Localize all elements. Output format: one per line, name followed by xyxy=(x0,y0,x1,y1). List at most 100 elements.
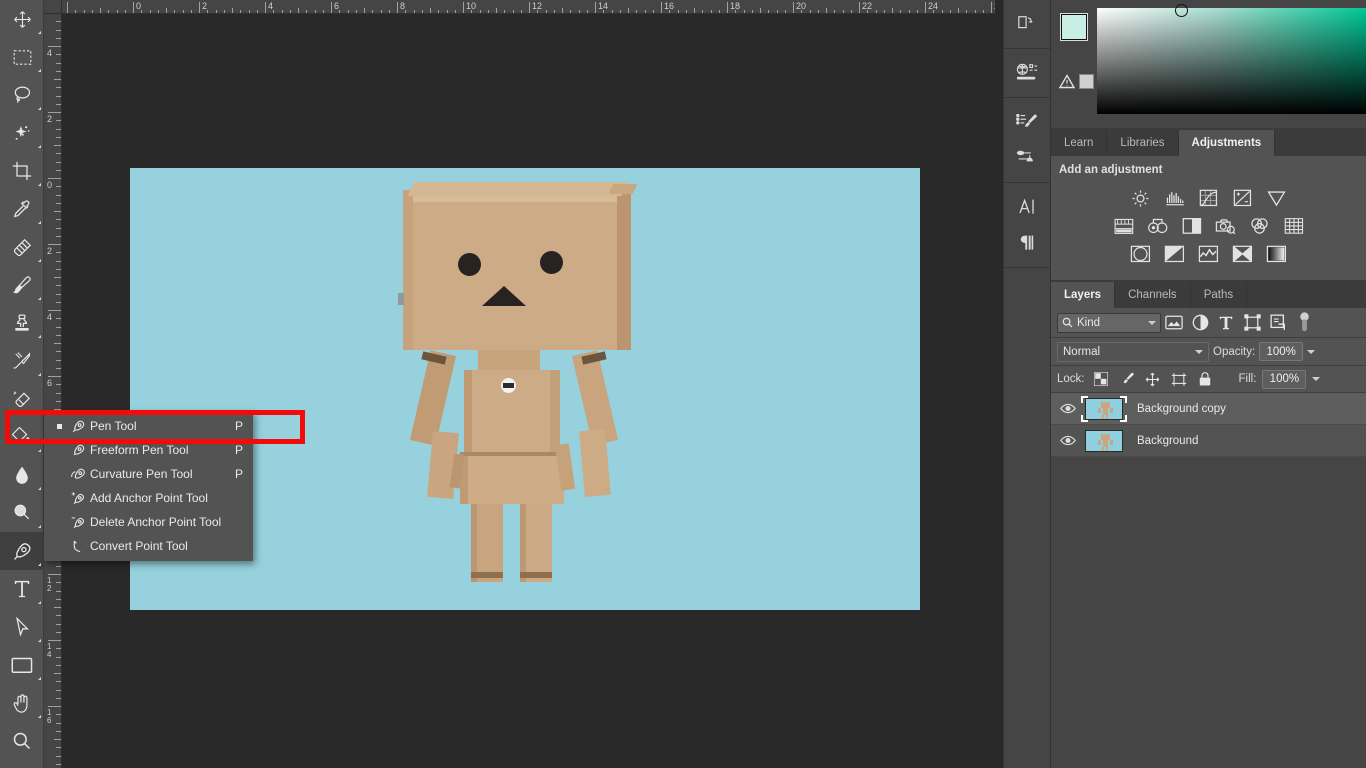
flyout-item-delete-anchor-point-tool[interactable]: Delete Anchor Point Tool xyxy=(44,510,253,534)
brushes-panel-icon[interactable] xyxy=(1004,140,1050,176)
dock-group-3d[interactable] xyxy=(1004,49,1050,98)
chevron-down-icon[interactable] xyxy=(1195,349,1203,354)
threshold-icon[interactable] xyxy=(1198,244,1220,264)
flyout-item-convert-point-tool[interactable]: Convert Point Tool xyxy=(44,534,253,558)
lock-position-icon[interactable] xyxy=(1143,369,1163,389)
tab-learn[interactable]: Learn xyxy=(1051,130,1108,156)
filter-type-icon[interactable] xyxy=(1213,312,1239,334)
channel-mixer-icon[interactable] xyxy=(1249,216,1271,236)
opacity-value[interactable]: 100% xyxy=(1259,342,1304,361)
tab-channels[interactable]: Channels xyxy=(1115,282,1191,308)
color-picker-marker[interactable] xyxy=(1175,4,1188,17)
adjustments-panel[interactable]: Add an adjustment xyxy=(1051,156,1366,280)
exposure-icon[interactable] xyxy=(1232,188,1254,208)
layer-row[interactable]: Background xyxy=(1051,425,1366,457)
flyout-item-pen-tool[interactable]: Pen Tool P xyxy=(44,414,253,438)
character-panel-icon[interactable] xyxy=(1004,189,1050,225)
right-panel-column[interactable]: Learn Libraries Adjustments Add an adjustm… xyxy=(1051,0,1366,768)
tab-paths[interactable]: Paths xyxy=(1190,282,1248,308)
fill-chevron-down-icon[interactable] xyxy=(1312,377,1321,381)
lock-artboard-nesting-icon[interactable] xyxy=(1169,369,1189,389)
history-panel-icon[interactable] xyxy=(1004,6,1050,42)
hand-tool[interactable] xyxy=(0,684,44,722)
adjustments-row-1[interactable] xyxy=(1051,184,1366,212)
vibrance-icon[interactable] xyxy=(1266,188,1288,208)
brightness-contrast-icon[interactable] xyxy=(1130,188,1152,208)
lock-row[interactable]: Lock: Fill: 100% xyxy=(1051,366,1366,393)
rectangular-marquee-tool[interactable] xyxy=(0,38,44,76)
gradient-tool[interactable] xyxy=(0,418,44,456)
color-spectrum[interactable] xyxy=(1097,4,1366,114)
eyedropper-tool[interactable] xyxy=(0,190,44,228)
layer-thumbnail[interactable] xyxy=(1081,428,1127,454)
brush-settings-icon[interactable] xyxy=(1004,104,1050,140)
flyout-item-freeform-pen-tool[interactable]: Freeform Pen Tool P xyxy=(44,438,253,462)
lock-image-pixels-icon[interactable] xyxy=(1117,369,1137,389)
dodge-tool[interactable] xyxy=(0,494,44,532)
color-chip[interactable] xyxy=(1079,74,1094,89)
filter-pixel-icon[interactable] xyxy=(1161,312,1187,334)
rectangle-tool[interactable] xyxy=(0,646,44,684)
eraser-tool[interactable] xyxy=(0,380,44,418)
type-tool[interactable] xyxy=(0,570,44,608)
3d-panel-icon[interactable] xyxy=(1004,55,1050,91)
blend-mode-row[interactable]: Normal Opacity: 100% xyxy=(1051,338,1366,366)
blend-mode-select[interactable]: Normal xyxy=(1057,341,1209,362)
layers-panel[interactable]: Kind Normal Opacity: 100% Lock: Fill: 10… xyxy=(1051,308,1366,457)
flyout-item-add-anchor-point-tool[interactable]: Add Anchor Point Tool xyxy=(44,486,253,510)
layer-row[interactable]: Background copy xyxy=(1051,393,1366,425)
canvas-workspace[interactable] xyxy=(62,14,995,768)
color-lookup-icon[interactable] xyxy=(1283,216,1305,236)
crop-tool[interactable] xyxy=(0,152,44,190)
layer-kind-select[interactable]: Kind xyxy=(1057,312,1161,333)
adjustments-panel-tabs[interactable]: Learn Libraries Adjustments xyxy=(1051,128,1366,156)
filter-smart-object-icon[interactable] xyxy=(1265,312,1291,334)
zoom-tool[interactable] xyxy=(0,722,44,760)
hue-saturation-icon[interactable] xyxy=(1113,216,1135,236)
levels-icon[interactable] xyxy=(1164,188,1186,208)
gradient-map-icon[interactable] xyxy=(1266,244,1288,264)
vertical-ruler[interactable]: 42024681 01 21 41 61 8 xyxy=(44,14,62,768)
filter-adjustment-icon[interactable] xyxy=(1187,312,1213,334)
horizontal-ruler[interactable]: 02468101214161820222426 xyxy=(62,0,995,14)
adjustments-row-2[interactable] xyxy=(1051,212,1366,240)
selective-color-icon[interactable] xyxy=(1232,244,1254,264)
tab-libraries[interactable]: Libraries xyxy=(1107,130,1179,156)
photo-filter-icon[interactable] xyxy=(1215,216,1237,236)
curves-icon[interactable] xyxy=(1198,188,1220,208)
move-tool[interactable] xyxy=(0,0,44,38)
brush-tool[interactable] xyxy=(0,266,44,304)
path-selection-tool[interactable] xyxy=(0,608,44,646)
layer-visibility-eye-icon[interactable] xyxy=(1055,403,1081,414)
pen-tool-flyout[interactable]: Pen Tool P Freeform Pen Tool P Curvature Pen… xyxy=(44,411,253,561)
tools-panel[interactable] xyxy=(0,0,44,768)
spot-healing-brush-tool[interactable] xyxy=(0,228,44,266)
pen-tool[interactable] xyxy=(0,532,44,570)
adjustments-row-3[interactable] xyxy=(1051,240,1366,268)
lock-transparent-pixels-icon[interactable] xyxy=(1091,369,1111,389)
filter-shape-icon[interactable] xyxy=(1239,312,1265,334)
black-white-icon[interactable] xyxy=(1181,216,1203,236)
chevron-down-icon[interactable] xyxy=(1148,320,1156,325)
color-panel-swatches[interactable] xyxy=(1051,0,1101,128)
layer-filter-toggle[interactable] xyxy=(1291,311,1317,334)
lasso-tool[interactable] xyxy=(0,76,44,114)
dock-group-type[interactable] xyxy=(1004,183,1050,268)
flyout-item-curvature-pen-tool[interactable]: Curvature Pen Tool P xyxy=(44,462,253,486)
blur-tool[interactable] xyxy=(0,456,44,494)
edit-toolbar-button[interactable] xyxy=(0,760,44,768)
tab-layers[interactable]: Layers xyxy=(1051,282,1116,308)
fill-value[interactable]: 100% xyxy=(1262,369,1307,389)
opacity-chevron-down-icon[interactable] xyxy=(1307,349,1316,354)
paragraph-panel-icon[interactable] xyxy=(1004,225,1050,261)
object-selection-tool[interactable] xyxy=(0,114,44,152)
dock-group-brushes[interactable] xyxy=(1004,98,1050,183)
posterize-icon[interactable] xyxy=(1164,244,1186,264)
gamut-warning-row[interactable] xyxy=(1059,74,1094,89)
color-balance-icon[interactable] xyxy=(1147,216,1169,236)
clone-stamp-tool[interactable] xyxy=(0,304,44,342)
foreground-color-swatch[interactable] xyxy=(1061,14,1087,40)
panel-dock-strip[interactable] xyxy=(1003,0,1051,768)
color-panel[interactable] xyxy=(1051,0,1366,128)
history-brush-tool[interactable] xyxy=(0,342,44,380)
